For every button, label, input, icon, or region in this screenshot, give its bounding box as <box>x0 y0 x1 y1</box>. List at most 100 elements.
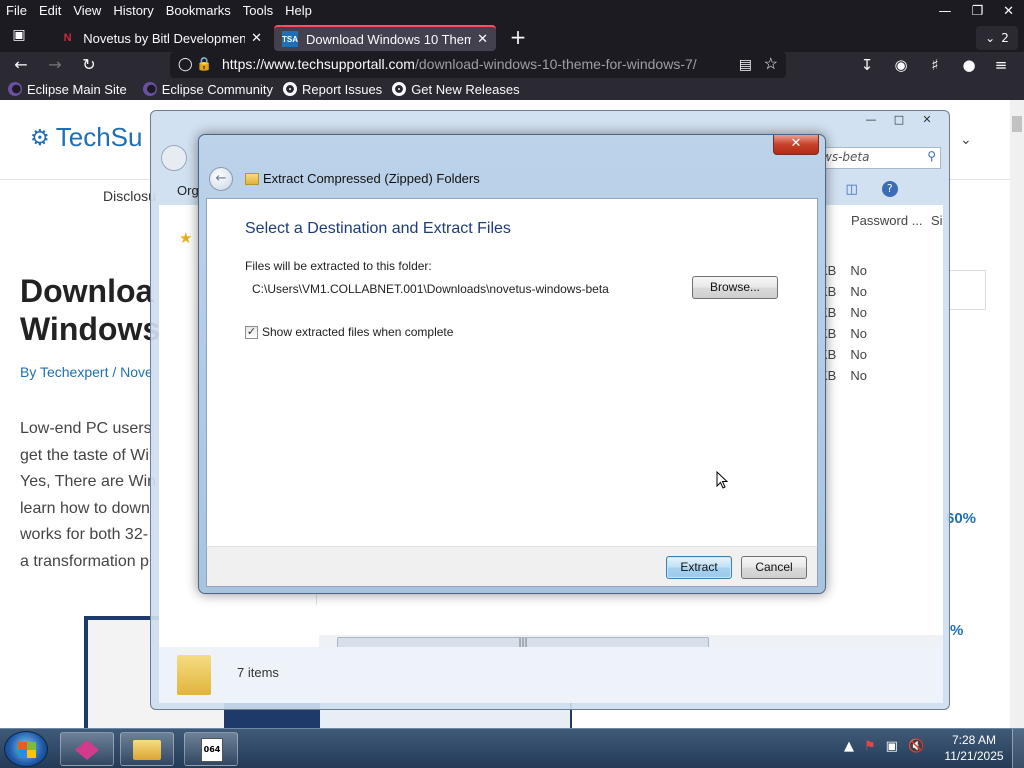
destination-path-input[interactable]: C:\Users\VM1.COLLABNET.001\Downloads\nov… <box>245 277 685 299</box>
tab-novetus[interactable]: N Novetus by Bitl Development St ✕ <box>52 25 270 51</box>
browser-window-controls: — ❐ ✕ <box>938 0 1014 22</box>
show-extracted-files-option[interactable]: ✓ Show extracted files when complete <box>245 325 453 339</box>
show-desktop-button[interactable] <box>1012 729 1024 768</box>
menu-history[interactable]: History <box>107 1 159 21</box>
maximize-icon[interactable]: □ <box>885 111 913 129</box>
destination-label: Files will be extracted to this folder: <box>245 259 432 273</box>
bookmark-get-new-releases[interactable]: Get New Releases <box>392 82 520 97</box>
password-cell: No <box>850 347 867 362</box>
bookmark-star-icon[interactable]: ☆ <box>764 54 778 74</box>
url-text[interactable]: https://www.techsupportall.com/download-… <box>222 56 697 72</box>
menu-edit[interactable]: Edit <box>33 1 67 21</box>
dialog-close-button[interactable]: ✕ <box>773 135 819 155</box>
cancel-button[interactable]: Cancel <box>741 556 807 579</box>
bookmark-eclipse-community[interactable]: Eclipse Community <box>142 82 273 97</box>
sidebar-search-box[interactable] <box>944 270 986 310</box>
bookmark-eclipse-main[interactable]: Eclipse Main Site <box>8 82 127 97</box>
tab-title: Novetus by Bitl Development St <box>83 30 246 46</box>
search-icon[interactable]: ⚲ <box>927 149 936 163</box>
windows-taskbar: 064 ▲ ⚑ ▣ 🔇 7:28 AM 11/21/2025 <box>0 728 1024 768</box>
tab-favicon: N <box>63 32 72 44</box>
organize-menu[interactable]: Org <box>177 183 199 198</box>
help-icon[interactable]: ? <box>881 181 898 197</box>
reader-view-icon[interactable]: ▤ <box>739 56 752 73</box>
scrollbar-thumb[interactable] <box>1012 116 1022 132</box>
tab-list-button[interactable]: ⌄ 2 <box>976 26 1018 50</box>
menu-help[interactable]: Help <box>279 1 318 21</box>
file-row[interactable]: KB No <box>819 368 867 383</box>
explorer-search-input[interactable]: ws-beta ⚲ <box>817 147 941 169</box>
downloads-icon[interactable]: ↧ <box>856 54 878 76</box>
page-scrollbar[interactable] <box>1010 100 1024 728</box>
dialog-title: Extract Compressed (Zipped) Folders <box>263 171 480 186</box>
browser-app-icon <box>75 740 99 760</box>
hamburger-menu-icon[interactable]: ≡ <box>990 54 1012 76</box>
file-row[interactable]: KB No <box>819 326 867 341</box>
tab-download-windows-theme[interactable]: TSA Download Windows 10 Theme f ✕ <box>274 25 496 51</box>
show-extracted-files-checkbox[interactable]: ✓ <box>245 325 258 339</box>
column-header-password[interactable]: Password ... <box>851 213 923 228</box>
preview-pane-icon[interactable]: ◫ <box>846 182 858 197</box>
close-icon[interactable]: ✕ <box>913 111 941 129</box>
new-tab-button[interactable]: + <box>506 26 530 50</box>
tab-strip: ▣ N Novetus by Bitl Development St ✕ TSA… <box>0 22 1024 52</box>
tab-overview-icon[interactable]: ▣ <box>8 27 30 49</box>
explorer-details-pane: 7 items <box>159 647 943 703</box>
minimize-icon[interactable]: — <box>857 111 885 129</box>
password-cell: No <box>850 263 867 278</box>
password-cell: No <box>850 326 867 341</box>
start-button[interactable] <box>4 731 48 767</box>
tab-close-icon[interactable]: ✕ <box>251 30 262 46</box>
file-row[interactable]: KB No <box>819 347 867 362</box>
nav-link-disclosure[interactable]: Disclosu <box>103 188 156 204</box>
taskbar-clock[interactable]: 7:28 AM 11/21/2025 <box>940 732 1008 764</box>
column-header-size[interactable]: Si <box>931 213 943 228</box>
body-line: get the taste of Wi <box>20 446 149 464</box>
favorites-star-icon[interactable]: ★ <box>179 229 192 247</box>
article-byline[interactable]: By Techexpert / Nove <box>20 364 153 380</box>
clock-time: 7:28 AM <box>951 733 997 747</box>
chevron-down-icon[interactable]: ⌄ <box>960 132 972 148</box>
zip-folder-icon <box>245 173 259 185</box>
show-hidden-icons-icon[interactable]: ▲ <box>844 739 854 754</box>
menu-view[interactable]: View <box>67 1 107 21</box>
tab-close-icon[interactable]: ✕ <box>477 31 488 47</box>
network-icon[interactable]: ▣ <box>886 739 898 754</box>
site-logo[interactable]: ⚙ TechSu <box>30 122 142 153</box>
file-row[interactable]: KB No <box>819 284 867 299</box>
github-icon <box>392 82 407 96</box>
forward-icon[interactable]: → <box>44 54 66 76</box>
dialog-footer: Extract Cancel <box>206 546 818 587</box>
volume-muted-icon[interactable]: 🔇 <box>908 739 924 754</box>
dialog-back-button[interactable]: ← <box>209 167 233 191</box>
shield-lock-icon[interactable]: ◯ 🔒 <box>178 56 212 72</box>
account-icon[interactable]: ◉ <box>890 54 912 76</box>
menu-bar: File Edit View History Bookmarks Tools H… <box>0 0 1024 22</box>
file-row[interactable]: KB No <box>819 305 867 320</box>
menu-tools[interactable]: Tools <box>237 1 279 21</box>
extensions-icon[interactable]: ♯ <box>924 54 946 76</box>
extension-icon[interactable]: ● <box>958 54 980 76</box>
bookmark-report-issues[interactable]: Report Issues <box>282 82 382 97</box>
url-bar[interactable]: ◯ 🔒 https://www.techsupportall.com/downl… <box>170 52 786 78</box>
taskbar-app-browser[interactable] <box>60 732 114 766</box>
menu-bookmarks[interactable]: Bookmarks <box>160 1 237 21</box>
minimize-icon[interactable]: — <box>938 4 951 19</box>
restore-icon[interactable]: ❐ <box>971 4 983 19</box>
close-icon[interactable]: ✕ <box>1003 4 1014 19</box>
checkbox-label[interactable]: Show extracted files when complete <box>262 325 453 339</box>
github-icon <box>282 82 297 96</box>
menu-file[interactable]: File <box>0 1 33 21</box>
taskbar-app-document[interactable]: 064 <box>184 732 238 766</box>
article-title: Downloa Windows <box>20 273 161 347</box>
file-row[interactable]: KB No <box>819 263 867 278</box>
reload-icon[interactable]: ↻ <box>78 54 100 76</box>
taskbar-app-explorer[interactable] <box>120 732 174 766</box>
eclipse-icon <box>142 82 157 96</box>
browse-button[interactable]: Browse... <box>692 276 778 299</box>
action-center-flag-icon[interactable]: ⚑ <box>864 739 876 754</box>
back-icon[interactable]: ← <box>10 54 32 76</box>
eclipse-icon <box>8 82 22 96</box>
explorer-back-button[interactable] <box>161 145 187 171</box>
extract-button[interactable]: Extract <box>666 556 732 579</box>
